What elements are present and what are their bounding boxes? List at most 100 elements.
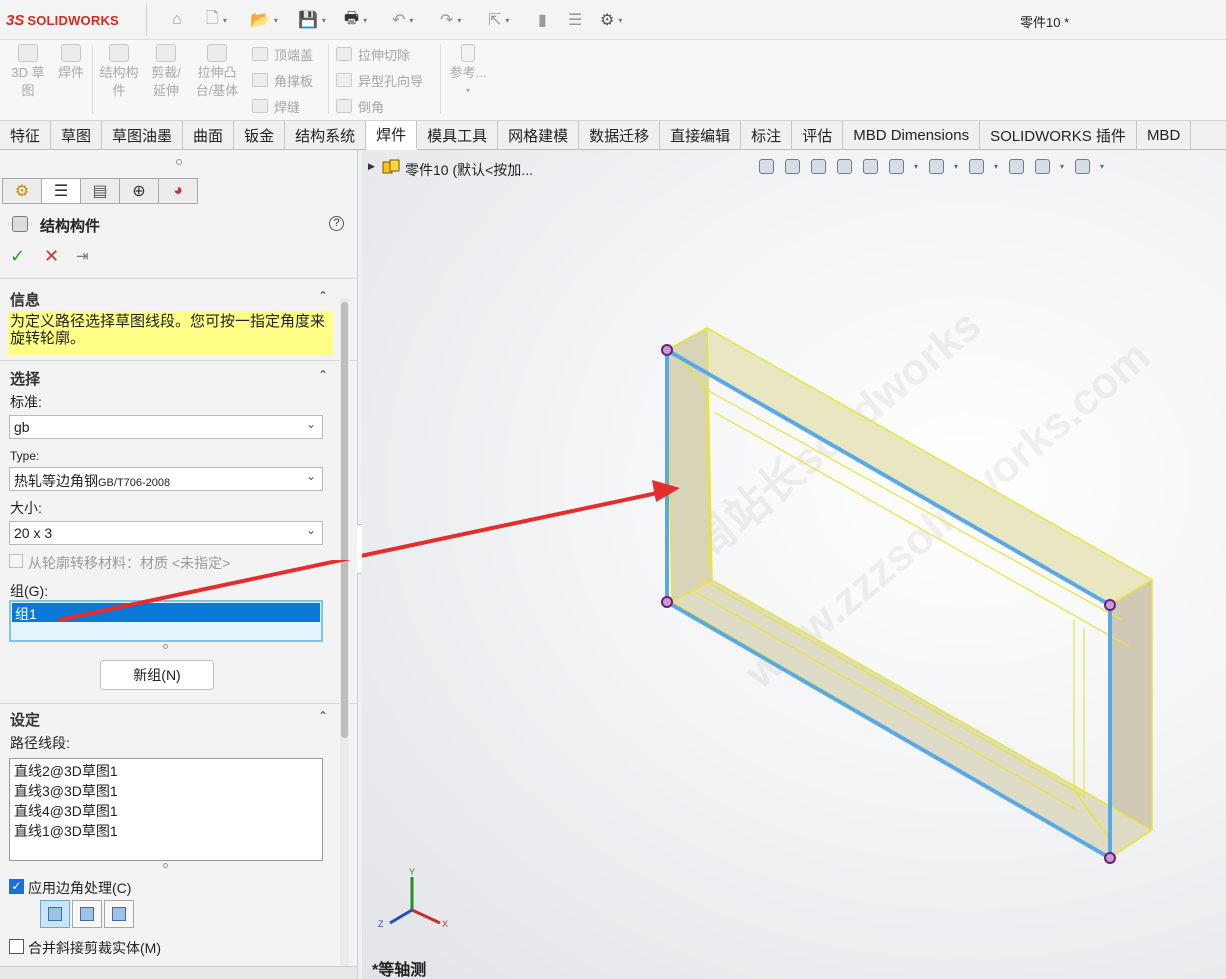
extruded-boss-button[interactable]: 拉伸凸 台/基体 bbox=[190, 44, 244, 100]
feature-tree-icon: ⚙ bbox=[14, 183, 30, 200]
pin-icon[interactable]: ⇥ bbox=[76, 247, 89, 265]
tab-weldments[interactable]: 焊件 bbox=[366, 121, 418, 150]
tab-sketch-ink[interactable]: 草图油墨 bbox=[102, 121, 184, 150]
open-icon[interactable]: 📂 ▾ bbox=[250, 10, 278, 30]
standard-label: 标准: bbox=[10, 394, 42, 410]
display-manager-tab[interactable]: ◕ bbox=[158, 178, 198, 204]
dimxpert-tab[interactable]: ⊕ bbox=[119, 178, 159, 204]
cancel-x-icon[interactable]: ✕ bbox=[44, 246, 59, 267]
redo-icon[interactable]: ↷ ▾ bbox=[440, 10, 461, 30]
tab-mesh-modeling[interactable]: 网格建模 bbox=[498, 121, 580, 150]
tab-data-migration[interactable]: 数据迁移 bbox=[579, 121, 661, 150]
end-butt1-button[interactable] bbox=[72, 900, 102, 928]
feature-manager-tab[interactable]: ⚙ bbox=[2, 178, 42, 204]
file-properties-icon[interactable]: ☰ bbox=[568, 10, 582, 30]
apply-corner-treatment-label: 应用边角处理(C) bbox=[28, 880, 132, 896]
print-icon[interactable]: 🖶 ▾ bbox=[344, 10, 367, 30]
weldment-button[interactable]: 焊件 bbox=[54, 44, 88, 82]
group-list[interactable]: 组1 bbox=[9, 600, 323, 642]
type-value-standard: GB/T706-2008 bbox=[98, 477, 171, 489]
new-group-button[interactable]: 新组(N) bbox=[100, 660, 214, 690]
tab-mbd-dimensions[interactable]: MBD Dimensions bbox=[843, 121, 981, 150]
tab-direct-editing[interactable]: 直接编辑 bbox=[660, 121, 742, 150]
home-icon[interactable]: ⌂ bbox=[172, 10, 182, 30]
extruded-cut-icon bbox=[336, 47, 352, 61]
collapse-chevron-icon[interactable]: ⌃ bbox=[318, 709, 328, 723]
sketch-vertex[interactable] bbox=[661, 596, 673, 608]
weldment-label: 焊件 bbox=[57, 65, 84, 80]
new-document-icon[interactable]: 🗋 ▾ bbox=[206, 10, 227, 30]
type-select[interactable]: 热轧等边角钢GB/T706-2008 ⌄ bbox=[9, 467, 323, 491]
chamfer-button[interactable]: 倒角 bbox=[336, 96, 384, 116]
collapse-chevron-icon[interactable]: ⌃ bbox=[318, 368, 328, 382]
tab-features[interactable]: 特征 bbox=[0, 121, 52, 150]
weld-bead-button[interactable]: 焊缝 bbox=[252, 96, 300, 116]
tab-sketch[interactable]: 草图 bbox=[51, 121, 103, 150]
frame-top-member[interactable] bbox=[665, 327, 1154, 606]
transfer-material-checkbox[interactable] bbox=[9, 554, 23, 568]
weld-bead-icon bbox=[252, 99, 268, 113]
end-miter-button[interactable] bbox=[40, 900, 70, 928]
tab-mbd[interactable]: MBD bbox=[1137, 121, 1192, 150]
save-icon[interactable]: 💾 ▾ bbox=[298, 10, 326, 30]
hole-wizard-button[interactable]: 异型孔向导 bbox=[336, 70, 423, 90]
tab-evaluate[interactable]: 评估 bbox=[792, 121, 844, 150]
solidworks-logo[interactable]: 3S SOLIDWORKS bbox=[6, 9, 119, 31]
extruded-cut-button[interactable]: 拉伸切除 bbox=[336, 44, 410, 64]
undo-icon[interactable]: ↶ ▾ bbox=[392, 10, 413, 30]
end-butt2-button[interactable] bbox=[104, 900, 134, 928]
sketch-vertex[interactable] bbox=[1104, 599, 1116, 611]
select-arrow-icon[interactable]: ⇱ ▾ bbox=[488, 10, 509, 30]
help-icon[interactable]: ? bbox=[329, 216, 344, 231]
selection-section-header[interactable]: 选择 bbox=[10, 368, 40, 389]
sketch-vertex[interactable] bbox=[661, 344, 673, 356]
list-item[interactable]: 直线3@3D草图1 bbox=[14, 781, 318, 801]
merge-miter-trimmed-checkbox[interactable] bbox=[9, 939, 24, 954]
path-segments-list[interactable]: 直线2@3D草图1 直线3@3D草图1 直线4@3D草图1 直线1@3D草图1 bbox=[9, 758, 323, 861]
collapse-chevron-icon[interactable]: ⌃ bbox=[318, 289, 328, 303]
horizontal-scrollbar[interactable] bbox=[0, 966, 357, 979]
rebuild-icon[interactable]: ▮ bbox=[538, 10, 547, 30]
list-resize-handle[interactable] bbox=[163, 644, 168, 649]
tab-sheet-metal[interactable]: 钣金 bbox=[234, 121, 286, 150]
list-item[interactable]: 直线1@3D草图1 bbox=[14, 821, 318, 841]
standard-select[interactable]: gb ⌄ bbox=[9, 415, 323, 439]
group-list-item[interactable]: 组1 bbox=[12, 603, 320, 622]
coordinate-triad: Y X Z bbox=[378, 867, 448, 929]
options-gear-icon[interactable]: ⚙ ▾ bbox=[600, 10, 622, 30]
trim-extend-button[interactable]: 剪裁/延伸 bbox=[146, 44, 186, 100]
3d-sketch-button[interactable]: 3D 草图 bbox=[8, 44, 48, 100]
reference-label: 参考... bbox=[449, 65, 487, 80]
size-label: 大小: bbox=[10, 500, 42, 516]
z-axis-label: Z bbox=[378, 919, 384, 929]
divider bbox=[0, 360, 357, 361]
list-resize-handle[interactable] bbox=[163, 863, 168, 868]
panel-resize-handle[interactable] bbox=[176, 159, 182, 165]
end-cap-button[interactable]: 顶端盖 bbox=[252, 44, 313, 64]
size-select[interactable]: 20 x 3 ⌄ bbox=[9, 521, 323, 545]
hole-wizard-icon bbox=[336, 73, 352, 87]
frame-bottom-member[interactable] bbox=[670, 579, 1154, 859]
merge-miter-trimmed-label: 合并斜接剪裁实体(M) bbox=[28, 940, 161, 956]
tab-solidworks-addins[interactable]: SOLIDWORKS 插件 bbox=[980, 121, 1137, 150]
tab-mold-tools[interactable]: 模具工具 bbox=[417, 121, 499, 150]
gusset-button[interactable]: 角撑板 bbox=[252, 70, 313, 90]
structural-member-button[interactable]: 结构构件 bbox=[96, 44, 142, 100]
info-section-header[interactable]: 信息 bbox=[10, 289, 40, 310]
ok-check-icon[interactable]: ✓ bbox=[10, 246, 25, 267]
tab-markup[interactable]: 标注 bbox=[741, 121, 793, 150]
configuration-manager-tab[interactable]: ▤ bbox=[80, 178, 120, 204]
graphics-area[interactable]: 周站长solidworks www.zzzsolidworks.com ▶ 零件… bbox=[362, 150, 1226, 979]
chevron-down-icon: ⌄ bbox=[305, 523, 316, 537]
list-item[interactable]: 直线4@3D草图1 bbox=[14, 801, 318, 821]
sketch-vertex[interactable] bbox=[1104, 852, 1116, 864]
settings-section-header[interactable]: 设定 bbox=[10, 709, 40, 730]
reference-geometry-button[interactable]: 参考... ▾ bbox=[446, 44, 490, 100]
property-manager-tab[interactable]: ☰ bbox=[41, 178, 81, 204]
apply-corner-treatment-checkbox[interactable]: ✓ bbox=[9, 879, 24, 894]
tab-surfaces[interactable]: 曲面 bbox=[183, 121, 235, 150]
list-item[interactable]: 直线2@3D草图1 bbox=[14, 761, 318, 781]
tab-structure-system[interactable]: 结构系统 bbox=[285, 121, 367, 150]
scrollbar-thumb[interactable] bbox=[341, 302, 348, 738]
weldment-frame-model[interactable] bbox=[362, 150, 1226, 979]
